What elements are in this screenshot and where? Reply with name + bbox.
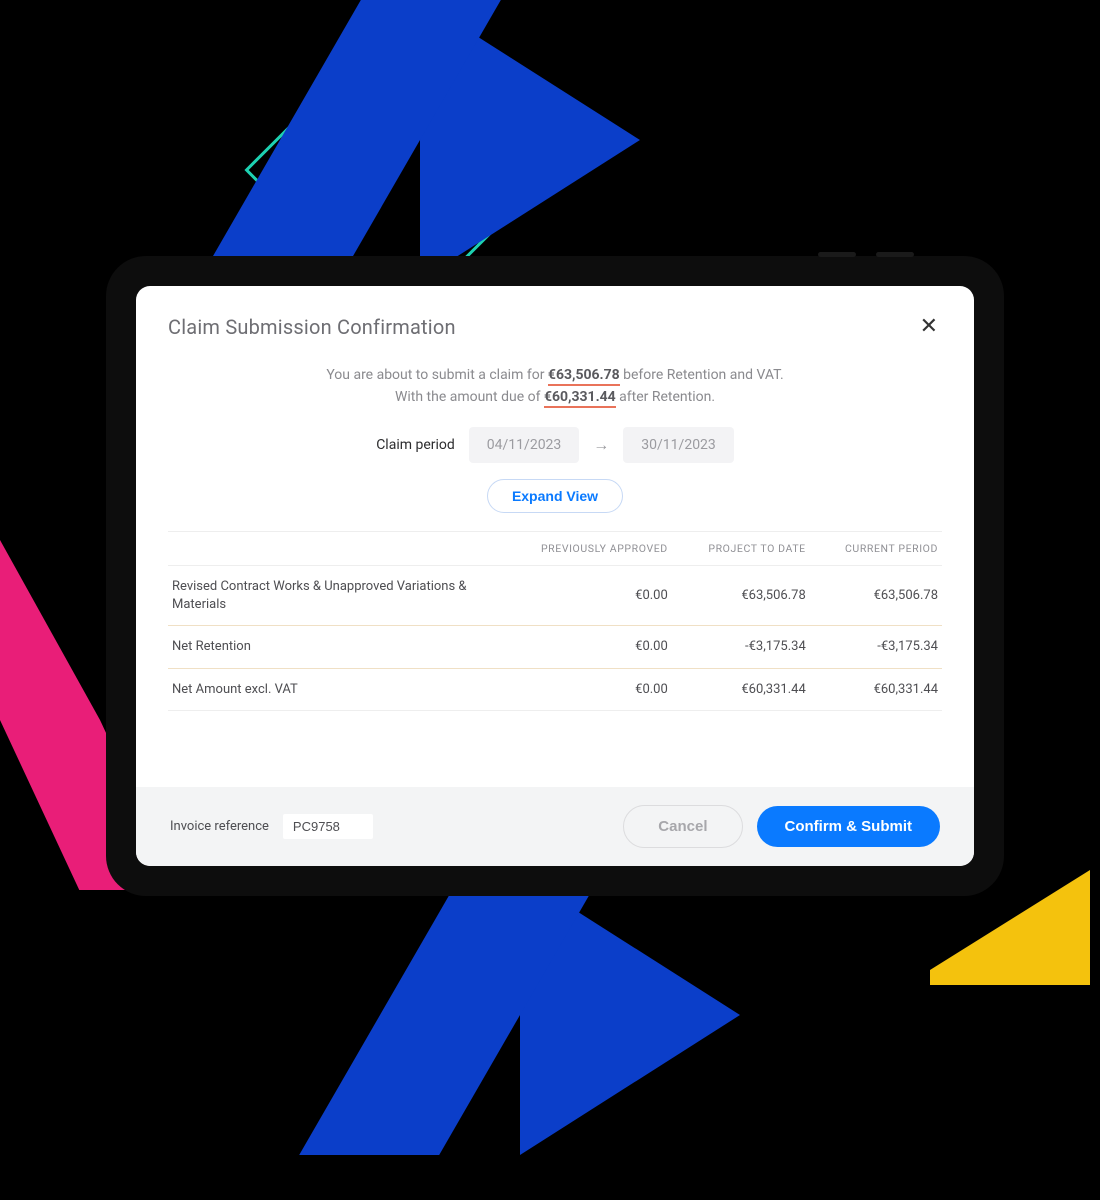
- summary-amount-after: €60,331.44: [544, 389, 616, 408]
- decorative-yellow-shape: [930, 970, 1090, 985]
- table-row: Revised Contract Works & Unapproved Vari…: [168, 566, 942, 626]
- modal-title: Claim Submission Confirmation: [168, 315, 456, 339]
- modal-body: You are about to submit a claim for €63,…: [136, 343, 974, 787]
- decorative-blue-arrow-bottom: [520, 875, 740, 1155]
- summary-line-1: You are about to submit a claim for €63,…: [168, 367, 942, 383]
- expand-view-button[interactable]: Expand View: [487, 479, 623, 513]
- claim-period-end[interactable]: 30/11/2023: [623, 427, 734, 463]
- cancel-button[interactable]: Cancel: [623, 805, 742, 848]
- claim-period: Claim period 04/11/2023 → 30/11/2023: [376, 427, 734, 463]
- summary-amount-before: €63,506.78: [548, 367, 620, 386]
- table-cell-label: Net Retention: [168, 626, 495, 669]
- table-cell-prev: €0.00: [495, 626, 672, 669]
- modal-header: Claim Submission Confirmation ✕: [136, 286, 974, 343]
- invoice-reference-input[interactable]: [283, 814, 373, 839]
- confirm-submit-button[interactable]: Confirm & Submit: [757, 806, 941, 847]
- table-cell-cur: €60,331.44: [810, 668, 942, 711]
- modal-footer: Invoice reference Cancel Confirm & Submi…: [136, 787, 974, 866]
- table-header-project-to-date: PROJECT TO DATE: [672, 532, 810, 566]
- claim-table: PREVIOUSLY APPROVED PROJECT TO DATE CURR…: [168, 531, 942, 711]
- table-header-previously-approved: PREVIOUSLY APPROVED: [495, 532, 672, 566]
- table-cell-prev: €0.00: [495, 668, 672, 711]
- claim-period-start[interactable]: 04/11/2023: [469, 427, 580, 463]
- table-row: Net Amount excl. VAT €0.00 €60,331.44 €6…: [168, 668, 942, 711]
- table-header-label: [168, 532, 495, 566]
- decorative-blue-arrow-top: [420, 0, 640, 280]
- table-header-row: PREVIOUSLY APPROVED PROJECT TO DATE CURR…: [168, 532, 942, 566]
- decorative-pink-shape: [0, 540, 100, 720]
- table-cell-cur: -€3,175.34: [810, 626, 942, 669]
- table-cell-ptd: €60,331.44: [672, 668, 810, 711]
- summary-suffix-1: before Retention and VAT.: [620, 367, 784, 383]
- table-cell-ptd: €63,506.78: [672, 566, 810, 626]
- table-cell-prev: €0.00: [495, 566, 672, 626]
- table-header-current-period: CURRENT PERIOD: [810, 532, 942, 566]
- arrow-right-icon: →: [593, 435, 609, 455]
- modal-container: Claim Submission Confirmation ✕ You are …: [136, 286, 974, 866]
- table-cell-ptd: -€3,175.34: [672, 626, 810, 669]
- tablet-frame: Claim Submission Confirmation ✕ You are …: [106, 256, 1004, 896]
- tablet-hardware-buttons: [818, 252, 914, 257]
- table-cell-label: Revised Contract Works & Unapproved Vari…: [168, 566, 495, 626]
- summary-prefix-2: With the amount due of: [395, 389, 544, 405]
- summary-line-2: With the amount due of €60,331.44 after …: [168, 389, 942, 405]
- table-cell-cur: €63,506.78: [810, 566, 942, 626]
- close-icon[interactable]: ✕: [916, 310, 942, 343]
- summary-prefix-1: You are about to submit a claim for: [326, 367, 548, 383]
- table-row: Net Retention €0.00 -€3,175.34 -€3,175.3…: [168, 626, 942, 669]
- invoice-reference-label: Invoice reference: [170, 819, 269, 834]
- table-cell-label: Net Amount excl. VAT: [168, 668, 495, 711]
- claim-period-label: Claim period: [376, 437, 455, 453]
- summary-suffix-2: after Retention.: [616, 389, 715, 405]
